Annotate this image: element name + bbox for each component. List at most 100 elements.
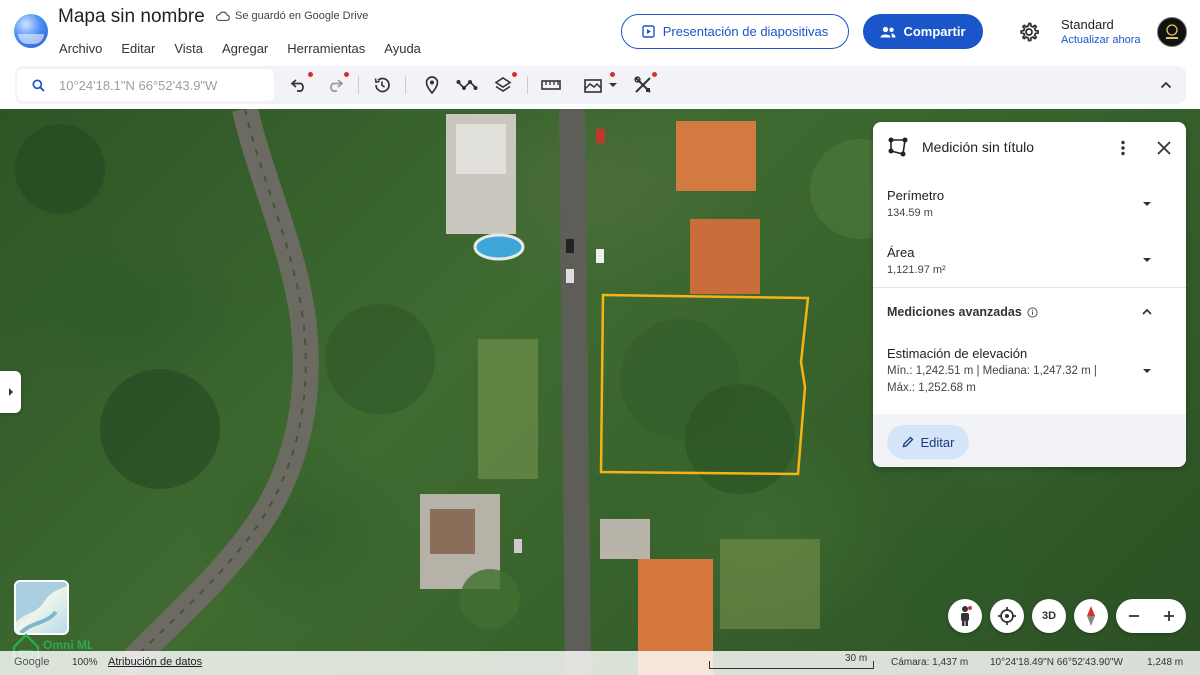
google-logo-text: Google bbox=[14, 656, 50, 668]
layers-icon bbox=[494, 77, 512, 92]
edit-label: Editar bbox=[920, 434, 955, 450]
google-earth-app: Mapa sin nombre Se guardó en Google Driv… bbox=[0, 0, 1200, 675]
toolbar-divider bbox=[527, 76, 528, 94]
undo-icon bbox=[290, 79, 304, 92]
notification-dot bbox=[308, 72, 313, 77]
3d-label: 3D bbox=[1041, 610, 1057, 622]
advanced-measurements-label: Mediciones avanzadas bbox=[887, 305, 1022, 319]
people-icon bbox=[880, 26, 896, 37]
header: Mapa sin nombre Se guardó en Google Driv… bbox=[0, 0, 1200, 62]
perimeter-value: 134.59 m bbox=[887, 207, 933, 219]
measurement-panel: Medición sin título Perímetro 134.59 m Á… bbox=[873, 122, 1186, 467]
close-icon[interactable] bbox=[1154, 138, 1174, 158]
menu-herramientas[interactable]: Herramientas bbox=[287, 41, 365, 56]
zoom-out-button[interactable] bbox=[1116, 599, 1151, 633]
chevron-up-icon[interactable] bbox=[1141, 306, 1153, 318]
save-status: Se guardó en Google Drive bbox=[216, 10, 368, 22]
edit-button[interactable]: Editar bbox=[887, 425, 969, 459]
watermark-text: Omni MLS bbox=[43, 638, 92, 652]
menu-ayuda[interactable]: Ayuda bbox=[384, 41, 421, 56]
crosshair-icon bbox=[998, 607, 1016, 625]
panel-divider bbox=[873, 287, 1186, 288]
ruler-icon bbox=[541, 80, 561, 90]
search-icon bbox=[32, 78, 45, 92]
advanced-measurements-header[interactable]: Mediciones avanzadas bbox=[887, 305, 1038, 319]
elevation-stats-line1: Mín.: 1,242.51 m | Mediana: 1,247.32 m | bbox=[887, 365, 1097, 377]
more-options-button[interactable] bbox=[1116, 138, 1130, 158]
tools-icon bbox=[634, 76, 651, 93]
toolbar bbox=[15, 66, 1186, 104]
chevron-down-icon bbox=[609, 83, 617, 87]
avatar[interactable] bbox=[1157, 17, 1187, 47]
zoom-controls bbox=[1116, 599, 1186, 633]
placemark-icon bbox=[425, 76, 439, 94]
add-placemark-button[interactable] bbox=[420, 74, 444, 96]
toolbar-divider bbox=[405, 76, 406, 94]
more-vert-icon bbox=[1121, 140, 1125, 156]
polygon-measure-icon bbox=[888, 137, 908, 157]
compass-button[interactable] bbox=[1074, 599, 1108, 633]
settings-gear-icon[interactable] bbox=[1018, 21, 1040, 43]
notification-dot bbox=[610, 72, 615, 77]
my-location-button[interactable] bbox=[990, 599, 1024, 633]
elevation-dropdown-icon[interactable] bbox=[1141, 365, 1153, 377]
elevation-stats-line2: Máx.: 1,252.68 m bbox=[887, 382, 976, 394]
info-icon[interactable] bbox=[1027, 306, 1038, 318]
terrain-image-icon bbox=[584, 79, 602, 93]
historical-imagery-button[interactable] bbox=[370, 74, 394, 96]
menu-editar[interactable]: Editar bbox=[121, 41, 155, 56]
chevron-right-icon bbox=[8, 388, 13, 396]
compass-icon bbox=[1087, 606, 1095, 626]
menu-vista[interactable]: Vista bbox=[174, 41, 203, 56]
zoom-level: 100% bbox=[72, 657, 98, 668]
data-attribution-link[interactable]: Atribución de datos bbox=[108, 656, 202, 668]
toggle-3d-button[interactable]: 3D bbox=[1032, 599, 1066, 633]
menu-archivo[interactable]: Archivo bbox=[59, 41, 102, 56]
presentation-button[interactable]: Presentación de diapositivas bbox=[621, 14, 849, 49]
scale-label: 30 m bbox=[845, 653, 868, 664]
area-dropdown-icon[interactable] bbox=[1141, 254, 1153, 266]
search-input[interactable] bbox=[59, 77, 249, 93]
area-value: 1,121.97 m² bbox=[887, 264, 946, 276]
update-now-link[interactable]: Actualizar ahora bbox=[1061, 34, 1141, 46]
presentation-label: Presentación de diapositivas bbox=[662, 24, 829, 39]
area-label: Área bbox=[887, 245, 915, 260]
tools-button[interactable] bbox=[631, 72, 657, 96]
pencil-icon bbox=[902, 436, 913, 448]
expand-side-panel-button[interactable] bbox=[0, 371, 21, 413]
draw-path-button[interactable] bbox=[455, 74, 479, 96]
chevron-up-icon bbox=[1160, 81, 1172, 89]
redo-button[interactable] bbox=[323, 72, 349, 96]
cloud-done-icon bbox=[216, 11, 230, 21]
zoom-in-button[interactable] bbox=[1151, 599, 1186, 633]
map-style-name[interactable]: Standard bbox=[1061, 17, 1114, 32]
notification-dot bbox=[512, 72, 517, 77]
map-style-dropdown[interactable] bbox=[581, 72, 621, 96]
save-status-text: Se guardó en Google Drive bbox=[235, 10, 369, 22]
perimeter-dropdown-icon[interactable] bbox=[1141, 198, 1153, 210]
undo-button[interactable] bbox=[287, 72, 313, 96]
status-bar: Google 100% Atribución de datos 30 m Cám… bbox=[0, 651, 1200, 675]
minus-icon bbox=[1128, 615, 1139, 617]
camera-altitude: Cámara: 1,437 m bbox=[891, 657, 969, 668]
menu-agregar[interactable]: Agregar bbox=[222, 41, 268, 56]
toolbar-divider bbox=[358, 76, 359, 94]
measurement-title[interactable]: Medición sin título bbox=[922, 139, 1034, 155]
panel-footer: Editar bbox=[873, 414, 1186, 467]
collapse-toolbar-button[interactable] bbox=[1154, 74, 1178, 96]
plus-icon bbox=[1163, 611, 1174, 621]
project-title[interactable]: Mapa sin nombre bbox=[58, 6, 205, 28]
share-button[interactable]: Compartir bbox=[863, 14, 983, 49]
elevation-label: Estimación de elevación bbox=[887, 346, 1028, 361]
path-icon bbox=[456, 80, 478, 90]
minimap-icon bbox=[16, 582, 67, 633]
layers-button[interactable] bbox=[491, 72, 517, 96]
share-label: Compartir bbox=[903, 24, 966, 39]
menu-bar: Archivo Editar Vista Agregar Herramienta… bbox=[59, 41, 440, 56]
measure-distance-button[interactable] bbox=[539, 74, 563, 96]
search-box[interactable] bbox=[17, 69, 274, 101]
minimap-thumbnail[interactable] bbox=[14, 580, 69, 635]
pegman-button[interactable] bbox=[948, 599, 982, 633]
pegman-icon bbox=[961, 606, 972, 626]
google-earth-logo[interactable] bbox=[14, 14, 48, 48]
